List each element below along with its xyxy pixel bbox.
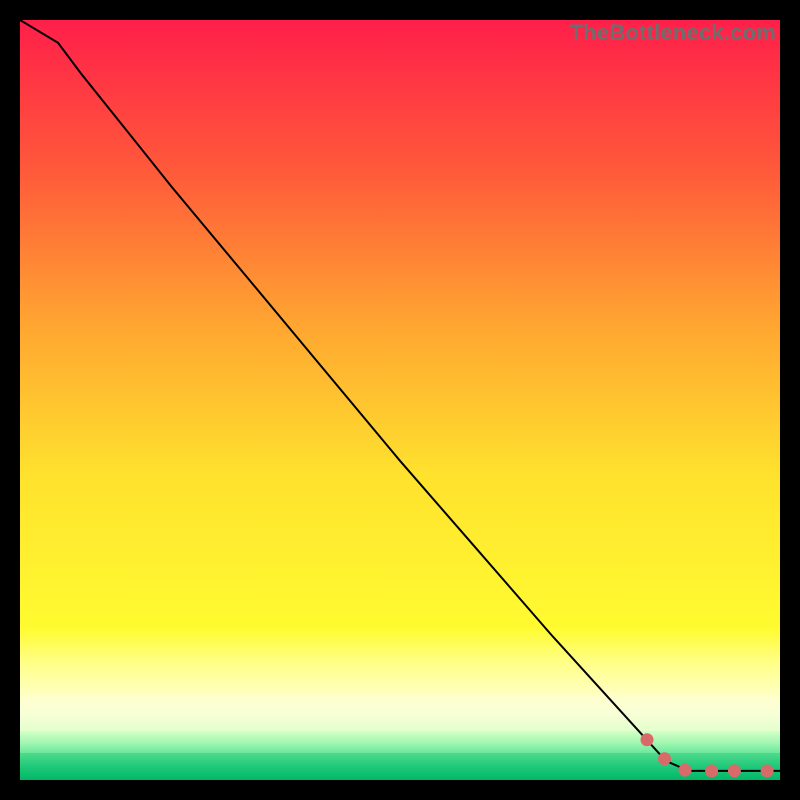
curve-line	[20, 20, 780, 771]
marker-dot	[679, 764, 692, 777]
marker-dot	[705, 764, 718, 777]
marker-dot	[728, 764, 741, 777]
plot-area: TheBottleneck.com	[20, 20, 780, 780]
marker-dot	[658, 752, 671, 765]
watermark-text: TheBottleneck.com	[570, 20, 776, 46]
chart-frame: TheBottleneck.com	[0, 0, 800, 800]
marker-dot	[641, 733, 654, 746]
chart-overlay	[20, 20, 780, 780]
marker-dot	[761, 764, 774, 777]
